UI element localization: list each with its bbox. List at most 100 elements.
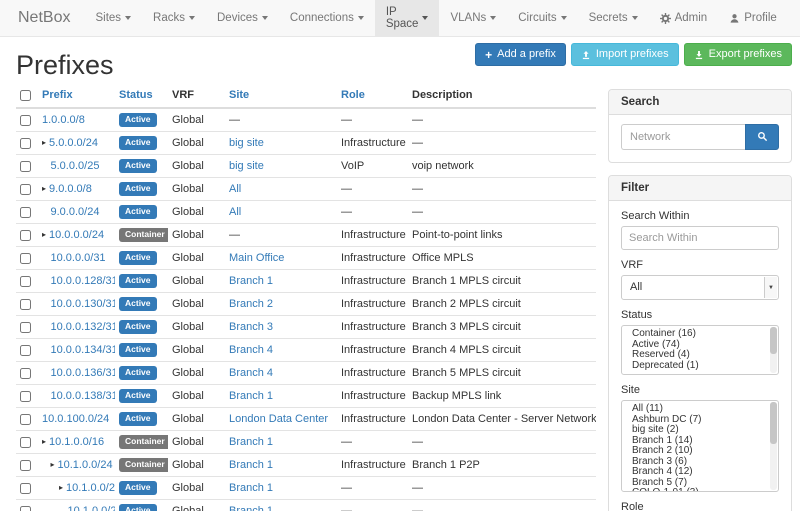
row-checkbox[interactable] (20, 483, 31, 494)
row-checkbox[interactable] (20, 138, 31, 149)
column-sort-link[interactable]: Role (341, 89, 365, 101)
site-link[interactable]: Main Office (229, 252, 284, 264)
table-row: 10.0.0.136/31ActiveGlobalBranch 4Infrast… (16, 362, 596, 385)
row-checkbox[interactable] (20, 345, 31, 356)
scrollbar[interactable] (770, 402, 777, 490)
site-link[interactable]: London Data Center (229, 413, 328, 425)
row-checkbox[interactable] (20, 414, 31, 425)
row-checkbox[interactable] (20, 207, 31, 218)
site-link[interactable]: Branch 4 (229, 344, 273, 356)
nav-item-connections[interactable]: Connections (279, 0, 375, 36)
search-input[interactable] (621, 124, 745, 150)
row-checkbox[interactable] (20, 184, 31, 195)
import-prefixes-button[interactable]: Import prefixes (571, 43, 679, 66)
vrf-value: Global (168, 201, 225, 224)
prefix-link[interactable]: 10.0.0.132/31 (51, 321, 116, 333)
prefix-link[interactable]: 5.0.0.0/24 (49, 137, 98, 149)
profile-link[interactable]: Profile (718, 0, 788, 36)
nav-item-secrets[interactable]: Secrets (578, 0, 649, 36)
column-sort-link[interactable]: Prefix (42, 89, 73, 101)
filter-panel: Filter Search Within VRF All ▼ Status Co… (608, 175, 792, 511)
add-prefix-button[interactable]: + Add a prefix (475, 43, 566, 66)
table-header-row: PrefixStatusVRFSiteRoleDescription (16, 86, 596, 108)
option[interactable]: big site (2) (622, 425, 778, 436)
vrf-value: Global (168, 477, 225, 500)
select-all-checkbox[interactable] (20, 90, 31, 101)
row-checkbox[interactable] (20, 391, 31, 402)
prefix-link[interactable]: 9.0.0.0/8 (49, 183, 92, 195)
prefix-link[interactable]: 10.0.0.128/31 (51, 275, 116, 287)
site-link[interactable]: Branch 1 (229, 505, 273, 511)
site-link[interactable]: All (229, 206, 241, 218)
prefix-link[interactable]: 10.0.100.0/24 (42, 413, 109, 425)
option[interactable]: Deprecated (1) (622, 361, 778, 372)
option[interactable]: Branch 4 (12) (622, 467, 778, 478)
site-link[interactable]: Branch 1 (229, 390, 273, 402)
row-checkbox[interactable] (20, 322, 31, 333)
row-checkbox[interactable] (20, 161, 31, 172)
site-link[interactable]: Branch 1 (229, 482, 273, 494)
prefix-link[interactable]: 10.1.0.0/24 (58, 459, 113, 471)
row-checkbox[interactable] (20, 460, 31, 471)
logout-link[interactable]: Log out (788, 0, 800, 36)
option[interactable]: Container (16) (622, 329, 778, 340)
export-prefixes-button[interactable]: Export prefixes (684, 43, 792, 66)
option[interactable]: COLO-1-01 (3) (622, 488, 778, 492)
row-checkbox[interactable] (20, 115, 31, 126)
prefix-link[interactable]: 9.0.0.0/24 (51, 206, 100, 218)
prefix-link[interactable]: 10.1.0.0/25 (66, 482, 115, 494)
nav-item-ip-space[interactable]: IP Space (375, 0, 440, 36)
nav-item-label: Circuits (518, 12, 556, 24)
site-listbox[interactable]: All (11)Ashburn DC (7)big site (2)Branch… (621, 400, 779, 492)
nav-item-label: Secrets (589, 12, 628, 24)
prefix-link[interactable]: 10.1.0.0/16 (49, 436, 104, 448)
vrf-select[interactable]: All ▼ (621, 275, 779, 300)
role-value: Infrastructure (337, 293, 408, 316)
site-link[interactable]: All (229, 183, 241, 195)
row-checkbox[interactable] (20, 437, 31, 448)
admin-link[interactable]: Admin (649, 0, 719, 36)
prefix-link[interactable]: 10.0.0.134/31 (51, 344, 116, 356)
row-checkbox[interactable] (20, 253, 31, 264)
row-checkbox[interactable] (20, 299, 31, 310)
row-checkbox[interactable] (20, 276, 31, 287)
prefix-link[interactable]: 10.0.0.136/31 (51, 367, 116, 379)
prefix-link[interactable]: 10.0.0.0/24 (49, 229, 104, 241)
nav-item-sites[interactable]: Sites (84, 0, 142, 36)
prefix-link[interactable]: 10.0.0.130/31 (51, 298, 116, 310)
prefix-link[interactable]: 10.0.0.0/31 (51, 252, 106, 264)
option[interactable]: Branch 2 (10) (622, 446, 778, 457)
option[interactable]: All (11) (622, 404, 778, 415)
search-within-input[interactable] (621, 226, 779, 250)
row-checkbox[interactable] (20, 506, 31, 511)
prefix-link[interactable]: 10.0.0.138/31 (51, 390, 116, 402)
row-checkbox[interactable] (20, 368, 31, 379)
prefix-link[interactable]: 1.0.0.0/8 (42, 114, 85, 126)
search-button[interactable] (745, 124, 779, 150)
site-link[interactable]: Branch 3 (229, 321, 273, 333)
scrollbar[interactable] (770, 327, 777, 373)
nav-item-vlans[interactable]: VLANs (439, 0, 507, 36)
column-sort-link[interactable]: Site (229, 89, 249, 101)
nav-item-devices[interactable]: Devices (206, 0, 279, 36)
option[interactable]: Reserved (4) (622, 350, 778, 361)
site-link[interactable]: big site (229, 137, 264, 149)
nav-item-racks[interactable]: Racks (142, 0, 206, 36)
site-link[interactable]: big site (229, 160, 264, 172)
prefix-link[interactable]: 5.0.0.0/25 (51, 160, 100, 172)
netbox-brand[interactable]: NetBox (0, 0, 84, 36)
description-value: Branch 5 MPLS circuit (408, 362, 596, 385)
nav-item-label: Sites (95, 12, 121, 24)
prefix-link[interactable]: 10.1.0.0/26 (68, 505, 116, 511)
column-sort-link[interactable]: Status (119, 89, 153, 101)
site-link[interactable]: Branch 1 (229, 459, 273, 471)
site-link[interactable]: Branch 4 (229, 367, 273, 379)
site-link[interactable]: Branch 1 (229, 275, 273, 287)
status-label: Status (621, 309, 779, 321)
description-value: voip network (408, 155, 596, 178)
site-link[interactable]: Branch 1 (229, 436, 273, 448)
status-listbox[interactable]: Container (16)Active (74)Reserved (4)Dep… (621, 325, 779, 375)
row-checkbox[interactable] (20, 230, 31, 241)
site-link[interactable]: Branch 2 (229, 298, 273, 310)
nav-item-circuits[interactable]: Circuits (507, 0, 577, 36)
